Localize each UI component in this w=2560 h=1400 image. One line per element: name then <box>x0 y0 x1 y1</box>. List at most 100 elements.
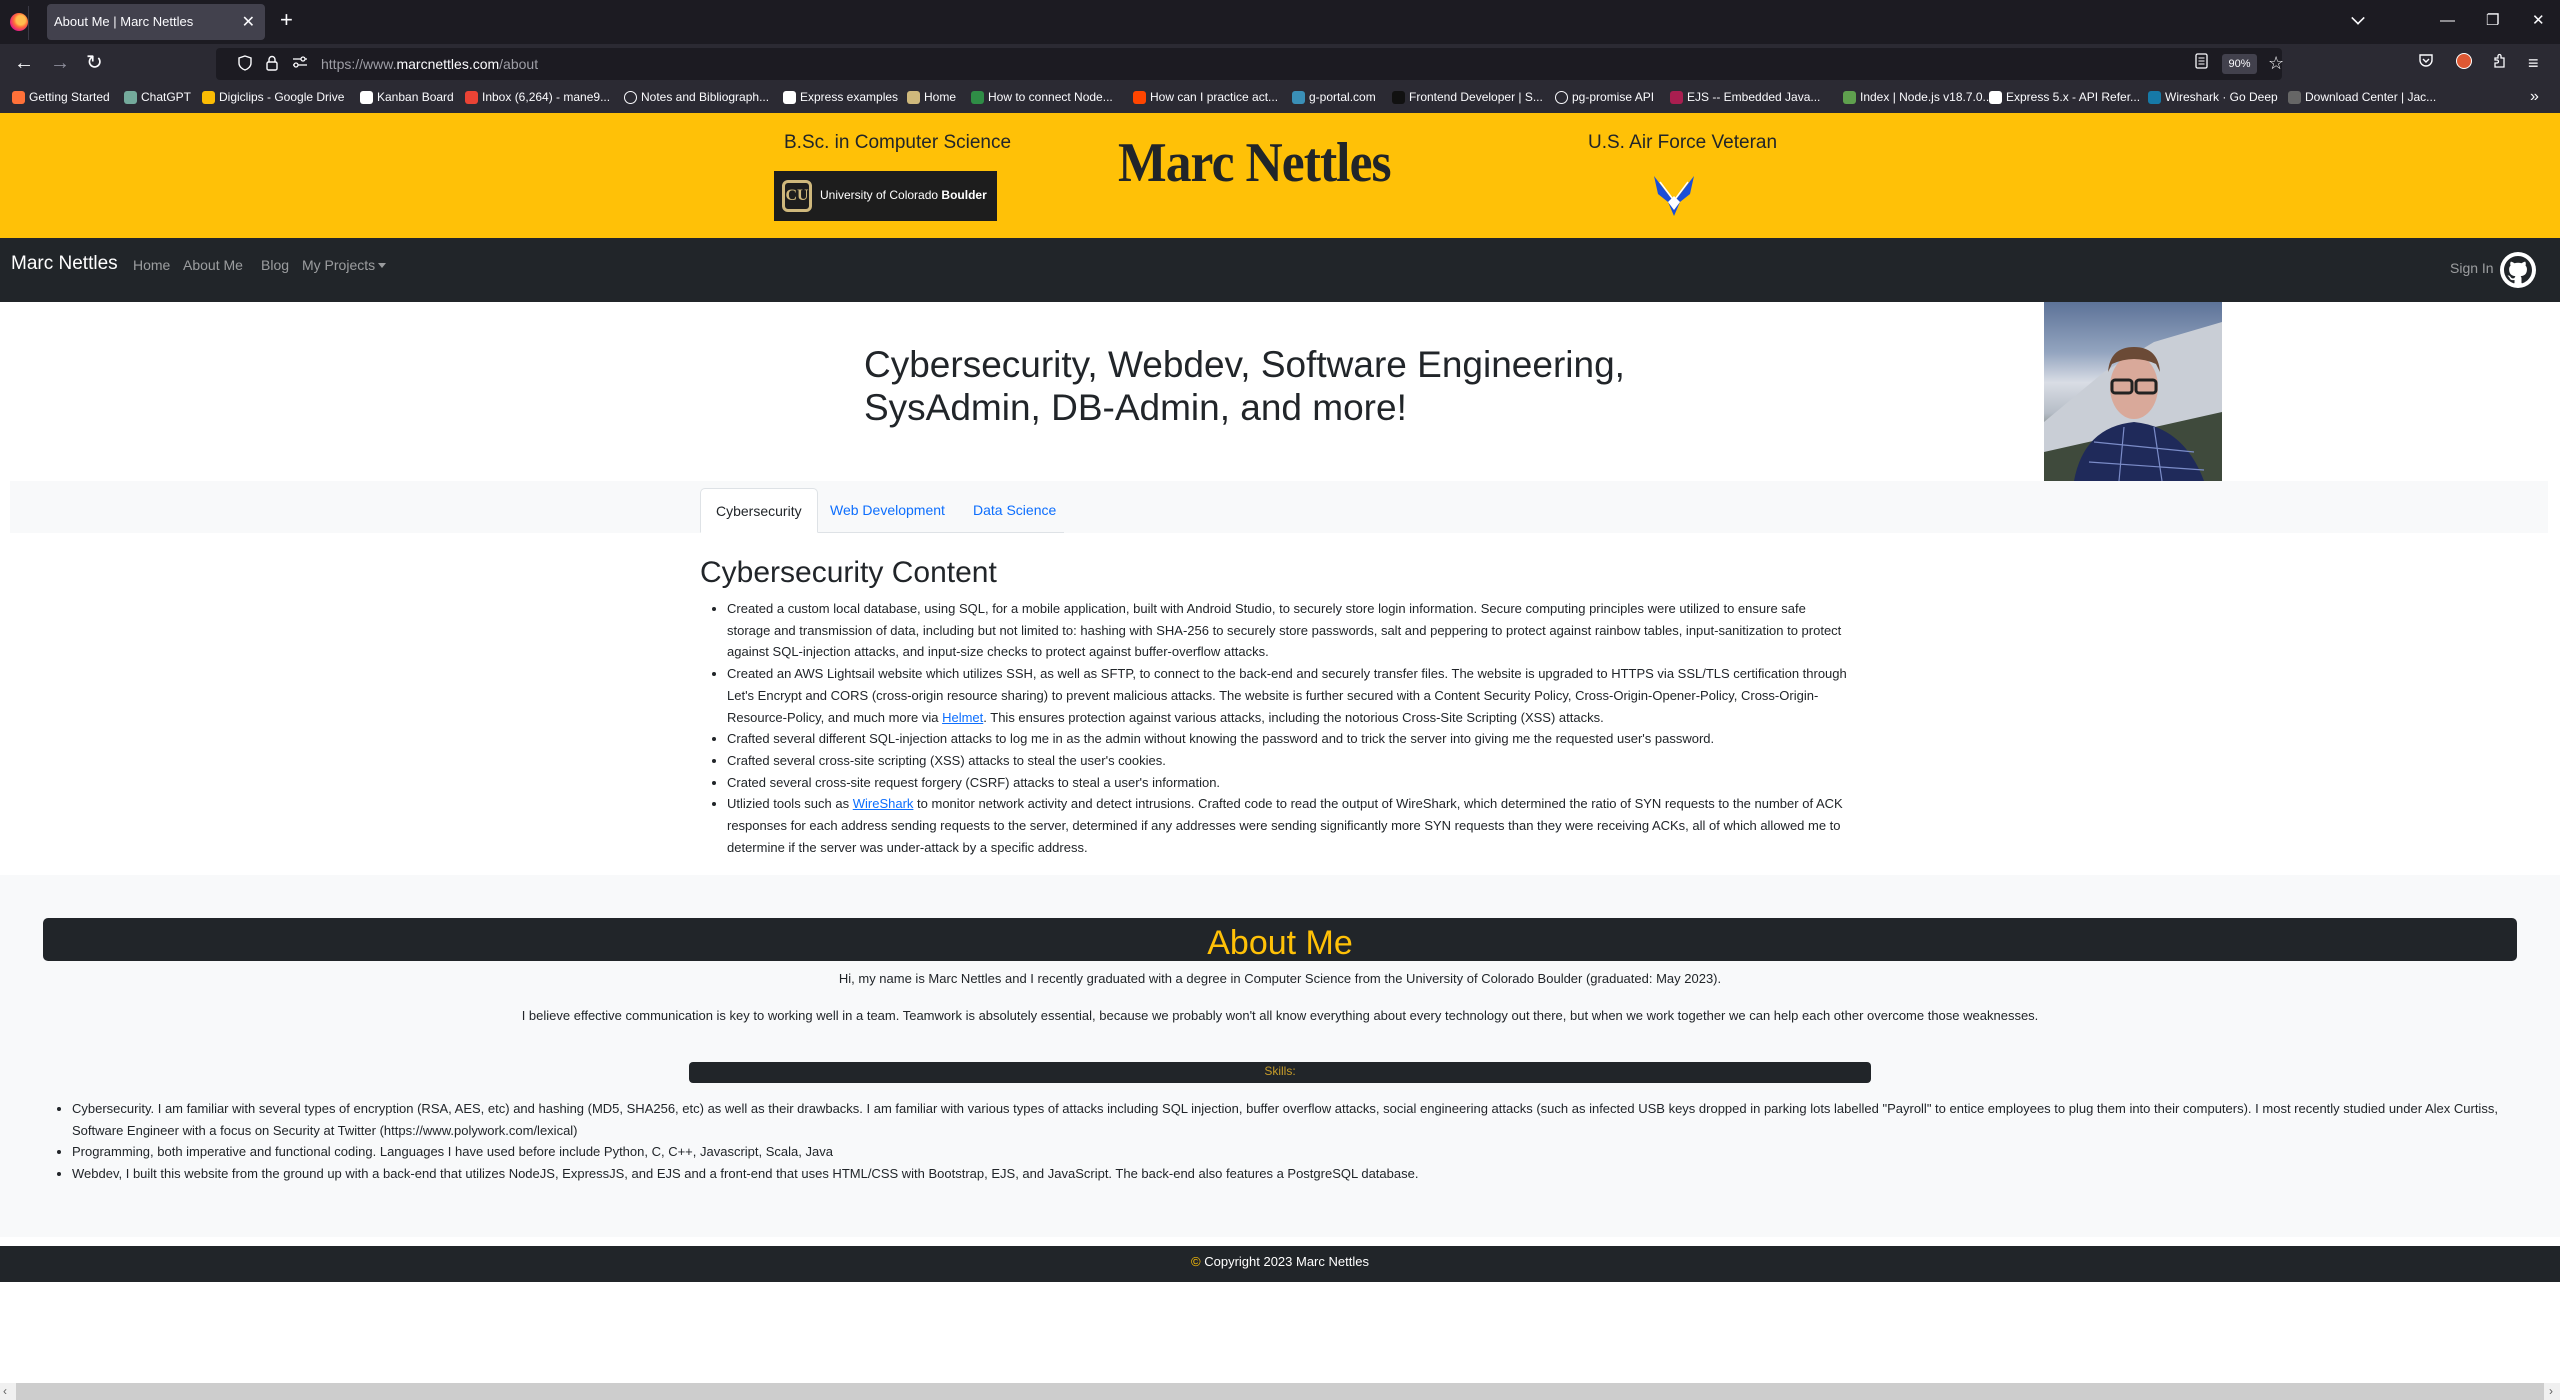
bookmark-star-icon[interactable]: ☆ <box>2268 53 2284 73</box>
about-title: About Me <box>1207 924 1353 962</box>
duckduckgo-icon[interactable] <box>2456 53 2472 75</box>
close-window-button[interactable]: ✕ <box>2532 12 2545 30</box>
bookmark-item[interactable]: How can I practice act... <box>1133 90 1278 104</box>
firefox-logo-icon[interactable] <box>10 13 28 31</box>
sign-in-link[interactable]: Sign In <box>2450 260 2494 276</box>
bookmark-item[interactable]: Frontend Developer | S... <box>1392 90 1543 104</box>
horizontal-scrollbar[interactable]: ‹ › <box>0 1383 2560 1400</box>
bookmark-item[interactable]: Wireshark · Go Deep <box>2148 90 2278 104</box>
lock-icon[interactable] <box>266 55 278 76</box>
permissions-icon[interactable] <box>292 55 308 74</box>
nav-blog[interactable]: Blog <box>261 257 289 273</box>
bookmark-item[interactable]: Inbox (6,264) - mane9... <box>465 90 610 104</box>
bookmark-label: Index | Node.js v18.7.0... <box>1860 90 1993 104</box>
reader-view-icon[interactable] <box>2195 53 2208 75</box>
scroll-left-icon[interactable]: ‹ <box>3 1383 7 1400</box>
navbar-brand[interactable]: Marc Nettles <box>11 253 118 275</box>
bookmark-item[interactable]: Express 5.x - API Refer... <box>1989 90 2140 104</box>
close-tab-icon[interactable]: ✕ <box>242 12 255 32</box>
bookmark-item[interactable]: Index | Node.js v18.7.0... <box>1843 90 1993 104</box>
hero-heading: Cybersecurity, Webdev, Software Engineer… <box>864 343 1664 429</box>
bookmark-item[interactable]: Digiclips - Google Drive <box>202 90 344 104</box>
bookmark-label: How to connect Node... <box>988 90 1113 104</box>
bookmark-label: Kanban Board <box>377 90 454 104</box>
new-tab-button[interactable]: + <box>280 8 293 32</box>
gmail-icon <box>465 90 478 104</box>
copyright-label: Copyright 2023 Marc Nettles <box>1200 1254 1369 1269</box>
shield-icon[interactable] <box>238 55 252 76</box>
site-navbar: Marc Nettles Home About Me Blog My Proje… <box>0 238 2560 302</box>
jack-icon <box>2288 90 2301 104</box>
ejs-icon <box>1670 90 1683 104</box>
back-button[interactable]: ← <box>14 52 34 74</box>
bookmark-label: Inbox (6,264) - mane9... <box>482 90 611 104</box>
express-icon <box>783 90 796 104</box>
list-item: Created an AWS Lightsail website which u… <box>727 663 1852 728</box>
express-icon <box>1989 90 2002 104</box>
bookmark-item[interactable]: ChatGPT <box>124 90 191 104</box>
content-list: Created a custom local database, using S… <box>727 598 1852 858</box>
extensions-icon[interactable] <box>2492 53 2508 75</box>
bookmark-item[interactable]: Home <box>907 90 956 104</box>
url-scheme: https://www. <box>321 56 397 72</box>
tab-data-science[interactable]: Data Science <box>958 488 1071 533</box>
browser-tab-active[interactable]: About Me | Marc Nettles ✕ <box>47 4 265 40</box>
university-campus: Boulder <box>941 188 987 202</box>
nav-home[interactable]: Home <box>133 257 170 273</box>
menu-icon[interactable]: ≡ <box>2528 53 2539 73</box>
bookmarks-overflow-icon[interactable]: » <box>2530 88 2539 106</box>
tab-cybersecurity[interactable]: Cybersecurity <box>700 488 818 533</box>
profile-photo <box>2044 302 2222 481</box>
copyright-text: © Copyright 2023 Marc Nettles <box>0 1254 2560 1269</box>
bookmark-item[interactable]: Kanban Board <box>360 90 454 104</box>
browser-toolbar: ← → ↻ https://www.marcnettles.com/about … <box>0 44 2560 84</box>
notion-icon <box>360 90 373 104</box>
list-item: Created a custom local database, using S… <box>727 598 1852 663</box>
hero-heading-line-2: SysAdmin, DB-Admin, and more! <box>864 387 1407 428</box>
bookmark-item[interactable]: Download Center | Jac... <box>2288 90 2436 104</box>
url-path: /about <box>499 56 539 72</box>
helmet-link[interactable]: Helmet <box>942 710 983 725</box>
scroll-right-icon[interactable]: › <box>2549 1383 2553 1400</box>
nav-my-projects-label: My Projects <box>302 257 376 273</box>
nav-about-me[interactable]: About Me <box>183 257 243 273</box>
university-logo-text: University of Colorado Boulder <box>820 188 987 202</box>
minimize-button[interactable]: — <box>2440 12 2455 30</box>
bookmark-label: Frontend Developer | S... <box>1409 90 1543 104</box>
bookmark-label: g-portal.com <box>1309 90 1376 104</box>
list-item-text: Utlizied tools such as <box>727 796 853 812</box>
bookmark-item[interactable]: Getting Started <box>12 90 110 104</box>
reload-button[interactable]: ↻ <box>86 52 103 74</box>
bookmark-item[interactable]: g-portal.com <box>1292 90 1376 104</box>
tab-web-development[interactable]: Web Development <box>815 488 960 533</box>
globe-icon <box>624 90 637 104</box>
bookmark-label: Download Center | Jac... <box>2305 90 2437 104</box>
scrollbar-thumb[interactable] <box>16 1383 2544 1400</box>
bookmark-label: EJS -- Embedded Java... <box>1687 90 1821 104</box>
wireshark-link[interactable]: WireShark <box>853 796 914 811</box>
bookmark-item[interactable]: pg-promise API <box>1555 90 1654 104</box>
url-text[interactable]: https://www.marcnettles.com/about <box>321 56 538 72</box>
gportal-icon <box>1292 90 1305 104</box>
bookmark-label: Express 5.x - API Refer... <box>2006 90 2141 104</box>
forward-button[interactable]: → <box>50 52 70 74</box>
bookmark-item[interactable]: Express examples <box>783 90 898 104</box>
bookmark-label: Notes and Bibliograph... <box>641 90 770 104</box>
restore-button[interactable]: ❐ <box>2486 12 2499 30</box>
skill-item: Cybersecurity. I am familiar with severa… <box>72 1098 2522 1141</box>
url-bar[interactable]: https://www.marcnettles.com/about <box>216 48 2282 80</box>
firefox-icon <box>12 90 25 104</box>
bookmark-item[interactable]: EJS -- Embedded Java... <box>1670 90 1820 104</box>
bookmark-item[interactable]: How to connect Node... <box>971 90 1113 104</box>
chatgpt-icon <box>124 90 137 104</box>
github-icon[interactable] <box>2500 252 2536 288</box>
browser-tab-title: About Me | Marc Nettles <box>54 14 194 29</box>
chevron-down-icon[interactable] <box>2351 11 2365 25</box>
bookmark-item[interactable]: Notes and Bibliograph... <box>624 90 769 104</box>
zoom-level-badge[interactable]: 90% <box>2222 54 2257 74</box>
nav-my-projects[interactable]: My Projects <box>302 257 387 273</box>
pocket-icon[interactable] <box>2418 53 2434 74</box>
globe-icon <box>1555 90 1568 104</box>
hero-heading-line-1: Cybersecurity, Webdev, Software Engineer… <box>864 344 1625 385</box>
veteran-label: U.S. Air Force Veteran <box>1588 132 1778 153</box>
